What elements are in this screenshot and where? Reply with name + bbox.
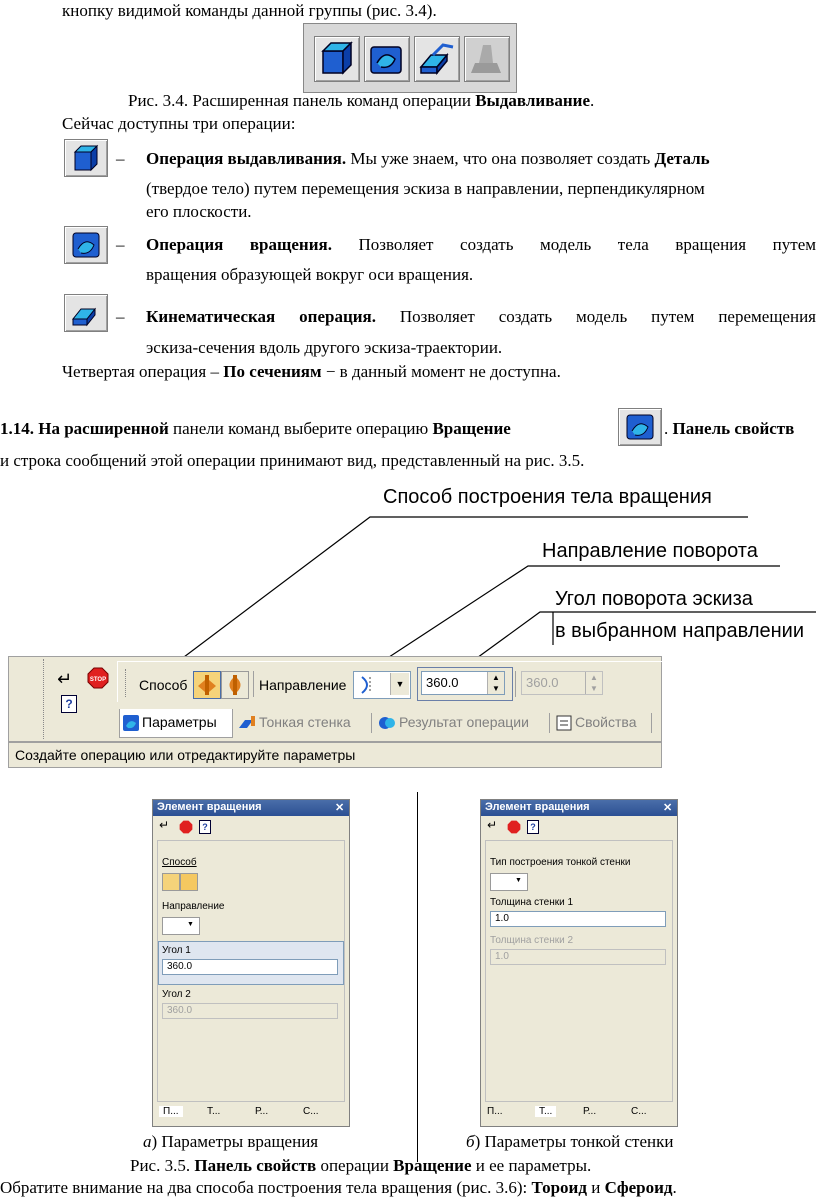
method-torus-button[interactable] — [162, 873, 180, 891]
stop-icon[interactable] — [179, 820, 193, 834]
angle1-label: Угол 1 — [162, 945, 191, 956]
thickness2-label: Толщина стенки 2 — [490, 935, 574, 946]
method-label: Способ — [139, 677, 188, 693]
caption-a: а) Параметры вращения — [143, 1132, 319, 1151]
panel-b-title: Элемент вращения — [485, 801, 590, 813]
result-icon — [379, 717, 395, 729]
help-icon[interactable]: ? — [61, 695, 77, 713]
method-spheroid-button[interactable] — [180, 873, 198, 891]
chevron-down-icon: ▼ — [390, 673, 409, 695]
angle1-spinner[interactable]: ▲ ▼ — [487, 672, 504, 694]
direction-label: Направление — [259, 677, 347, 693]
thickness1-input[interactable]: 1.0 — [490, 911, 666, 927]
direction-icon — [361, 676, 371, 694]
tab-result[interactable]: Р... — [583, 1106, 596, 1117]
direction-dropdown[interactable]: ▼ — [353, 671, 411, 699]
property-toolbar: ↵ STOP ? Способ Направление ▼ 360.0 ▲ ▼ 3… — [8, 656, 662, 742]
method-label: Способ — [162, 857, 197, 868]
close-icon[interactable]: ✕ — [335, 801, 344, 814]
status-bar: Создайте операцию или отредактируйте пар… — [8, 742, 662, 768]
caption-b: б) Параметры тонкой стенки — [466, 1132, 674, 1151]
enter-icon[interactable]: ↵ — [57, 669, 72, 690]
svg-text:STOP: STOP — [90, 677, 106, 683]
rotate-icon — [123, 715, 139, 731]
chevron-down-icon: ▼ — [515, 876, 522, 884]
panel-a: Элемент вращения ✕ ↵ ? Способ Направлени… — [152, 799, 350, 1127]
stop-icon[interactable]: STOP — [87, 667, 109, 689]
thin-wall-icon — [239, 716, 255, 728]
angle1-input[interactable]: 360.0 — [162, 959, 338, 975]
tab-result[interactable]: Р... — [255, 1106, 268, 1117]
tab-result[interactable]: Результат операции — [375, 711, 545, 735]
callout-lines — [179, 516, 816, 664]
chevron-down-icon: ▼ — [187, 920, 194, 928]
thickness1-label: Толщина стенки 1 — [490, 897, 574, 908]
method-spheroid-button[interactable] — [221, 671, 249, 699]
figure-divider — [417, 792, 418, 1162]
tab-thin-wall[interactable]: Тонкая стенка — [235, 711, 367, 735]
angle2-label: Угол 2 — [162, 989, 191, 1000]
properties-icon — [556, 715, 572, 731]
direction-dropdown[interactable]: ▼ — [162, 917, 200, 935]
angle2-spinner: ▲ ▼ — [585, 672, 602, 694]
help-icon[interactable]: ? — [527, 820, 539, 834]
tab-thin-wall[interactable]: Т... — [207, 1106, 220, 1117]
enter-icon[interactable]: ↵ — [487, 818, 497, 832]
panel-a-title: Элемент вращения — [157, 801, 262, 813]
close-icon[interactable]: ✕ — [663, 801, 672, 814]
spheroid-icon — [229, 675, 241, 695]
direction-label: Направление — [162, 901, 225, 912]
tab-parameters[interactable]: П... — [159, 1106, 183, 1117]
fig35-caption: Рис. 3.5. Панель свойств операции Вращен… — [130, 1156, 592, 1175]
thin-wall-type-label: Тип построения тонкой стенки — [490, 857, 631, 868]
tab-properties[interactable]: С... — [303, 1106, 319, 1117]
enter-icon[interactable]: ↵ — [159, 818, 169, 832]
tab-parameters[interactable]: П... — [487, 1106, 503, 1117]
panel-b: Элемент вращения ✕ ↵ ? Тип построения то… — [480, 799, 678, 1127]
thin-wall-type-dropdown[interactable]: ▼ — [490, 873, 528, 891]
bottom-line: Обратите внимание на два способа построе… — [0, 1178, 677, 1197]
thickness2-input: 1.0 — [490, 949, 666, 965]
help-icon[interactable]: ? — [199, 820, 211, 834]
tab-parameters[interactable]: Параметры — [119, 709, 233, 738]
method-torus-button[interactable] — [193, 671, 221, 699]
tab-properties[interactable]: Свойства — [553, 711, 649, 735]
angle2-input: 360.0 — [162, 1003, 338, 1019]
tab-thin-wall[interactable]: Т... — [535, 1106, 557, 1117]
torus-icon — [198, 675, 216, 695]
stop-icon[interactable] — [507, 820, 521, 834]
tab-properties[interactable]: С... — [631, 1106, 647, 1117]
